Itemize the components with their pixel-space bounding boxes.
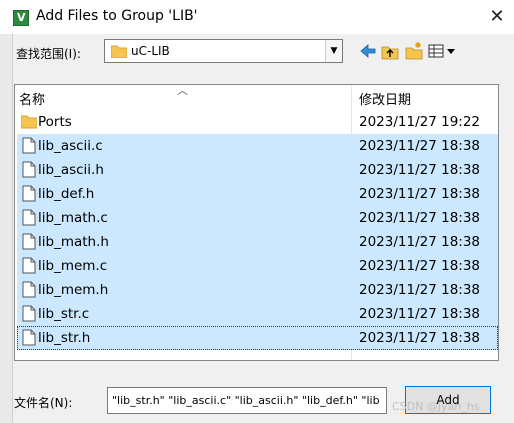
file-icon: [21, 233, 37, 254]
file-modified-date: 2023/11/27 18:38: [359, 186, 481, 202]
file-row[interactable]: lib_math.h 2023/11/27 18:38: [17, 230, 498, 254]
dialog-title: Add Files to Group 'LIB': [36, 8, 198, 24]
file-icon: [21, 137, 37, 158]
look-in-value: uC-LIB: [131, 44, 170, 58]
view-menu-button[interactable]: [428, 41, 456, 61]
file-icon: [21, 305, 37, 326]
file-name: lib_mem.h: [38, 282, 109, 298]
file-modified-date: 2023/11/27 18:38: [359, 162, 481, 178]
file-name: lib_str.c: [38, 306, 90, 322]
folder-icon: [111, 45, 127, 58]
file-modified-date: 2023/11/27 19:22: [359, 114, 481, 130]
file-row[interactable]: lib_def.h 2023/11/27 18:38: [17, 182, 498, 206]
folder-icon: [20, 113, 38, 133]
file-modified-date: 2023/11/27 18:38: [359, 306, 481, 322]
list-header: 名称 ︿ 修改日期: [15, 84, 498, 109]
chevron-down-icon[interactable]: ▼: [325, 40, 342, 62]
file-modified-date: 2023/11/27 18:38: [359, 234, 481, 250]
folder-row[interactable]: Ports 2023/11/27 19:22: [17, 110, 498, 134]
new-folder-button[interactable]: [405, 41, 423, 61]
file-modified-date: 2023/11/27 18:38: [359, 282, 481, 298]
file-icon: [21, 257, 37, 278]
file-row[interactable]: lib_mem.c 2023/11/27 18:38: [17, 254, 498, 278]
column-header-date[interactable]: 修改日期: [359, 89, 411, 108]
file-row[interactable]: lib_ascii.h 2023/11/27 18:38: [17, 158, 498, 182]
title-bar: Add Files to Group 'LIB' ✕: [0, 0, 514, 34]
view-menu-icon: [428, 44, 455, 58]
up-folder-icon: [381, 46, 399, 60]
file-row[interactable]: lib_str.c 2023/11/27 18:38: [17, 302, 498, 326]
file-icon: [21, 161, 37, 182]
file-row[interactable]: lib_mem.h 2023/11/27 18:38: [17, 278, 498, 302]
file-name: lib_math.c: [38, 210, 108, 226]
close-button[interactable]: ✕: [484, 4, 510, 30]
look-in-label: 查找范围(I):: [16, 47, 81, 61]
background-app-edge: [0, 0, 13, 423]
file-name: lib_mem.c: [38, 258, 108, 274]
up-folder-button[interactable]: [381, 41, 399, 61]
file-name: lib_str.h: [38, 330, 91, 346]
filename-label: 文件名(N):: [14, 396, 73, 410]
back-button[interactable]: [359, 41, 377, 61]
file-row[interactable]: lib_ascii.c 2023/11/27 18:38: [17, 134, 498, 158]
column-header-name[interactable]: 名称: [19, 89, 45, 108]
file-icon: [21, 209, 37, 230]
file-name: Ports: [38, 114, 72, 130]
file-name: lib_math.h: [38, 234, 109, 250]
file-row[interactable]: lib_str.h 2023/11/27 18:38: [17, 326, 498, 350]
file-name: lib_def.h: [38, 186, 95, 202]
file-icon: [21, 281, 37, 302]
sort-ascending-icon: ︿: [177, 84, 188, 97]
file-name: lib_ascii.h: [38, 162, 104, 178]
file-name: lib_ascii.c: [38, 138, 103, 154]
file-modified-date: 2023/11/27 18:38: [359, 258, 481, 274]
watermark-text: CSDN @Jyan_hs: [392, 400, 480, 413]
keil-app-icon: [13, 10, 29, 26]
file-list[interactable]: 名称 ︿ 修改日期 Ports 2023/11/27 19:22 lib_ascii…: [14, 84, 499, 361]
file-icon: [21, 329, 37, 350]
file-modified-date: 2023/11/27 18:38: [359, 138, 481, 154]
file-modified-date: 2023/11/27 18:38: [359, 210, 481, 226]
look-in-dropdown[interactable]: uC-LIB ▼: [104, 39, 343, 63]
file-modified-date: 2023/11/27 18:38: [359, 330, 481, 346]
filename-input[interactable]: "lib_str.h" "lib_ascii.c" "lib_ascii.h" …: [107, 387, 387, 414]
new-folder-icon: [405, 42, 423, 60]
file-row[interactable]: lib_math.c 2023/11/27 18:38: [17, 206, 498, 230]
file-icon: [21, 185, 37, 206]
back-arrow-icon: [360, 44, 376, 58]
